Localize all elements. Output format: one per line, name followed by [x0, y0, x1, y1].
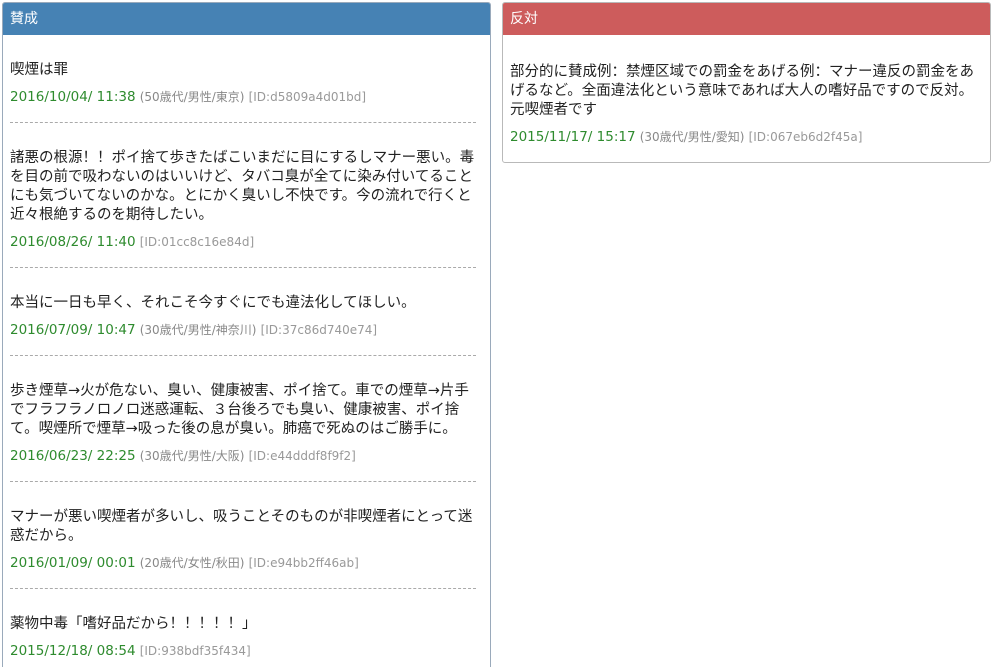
- post-date: 2016/08/26/ 11:40: [10, 234, 136, 250]
- post-meta: 2016/06/23/ 22:25 (30歳代/男性/大阪) [ID:e44dd…: [10, 448, 476, 465]
- con-panel-header: 反対: [503, 3, 990, 35]
- post-meta: 2015/11/17/ 15:17 (30歳代/男性/愛知) [ID:067eb…: [510, 129, 976, 146]
- post-id: [ID:37c86d740e74]: [260, 323, 378, 337]
- post-date: 2016/01/09/ 00:01: [10, 555, 136, 571]
- post-user-info: (30歳代/男性/愛知): [639, 130, 745, 144]
- post-item: 喫煙は罪 2016/10/04/ 11:38 (50歳代/男性/東京) [ID:…: [10, 35, 476, 123]
- pro-panel: 賛成 喫煙は罪 2016/10/04/ 11:38 (50歳代/男性/東京) […: [2, 2, 491, 667]
- post-text: 本当に一日も早く、それこそ今すぐにでも違法化してほしい。: [10, 295, 416, 311]
- post-id: [ID:938bdf35f434]: [139, 644, 251, 658]
- pro-panel-header: 賛成: [3, 3, 490, 35]
- con-panel: 反対 部分的に賛成例：禁煙区域での罰金をあげる例：マナー違反の罰金をあげるなど。…: [502, 2, 991, 163]
- post-date: 2015/12/18/ 08:54: [10, 643, 136, 659]
- post-item: マナーが悪い喫煙者が多いし、吸うことそのものが非喫煙者にとって迷惑だから。 20…: [10, 482, 476, 589]
- post-id: [ID:d5809a4d01bd]: [248, 90, 367, 104]
- post-date: 2015/11/17/ 15:17: [510, 129, 636, 145]
- post-text: 諸悪の根源！！ポイ捨て歩きたばこいまだに目にするしマナー悪い。毒を目の前で吸わな…: [10, 150, 475, 223]
- post-item: 歩き煙草→火が危ない、臭い、健康被害、ポイ捨て。車での煙草→片手でフラフラノロノ…: [10, 356, 476, 482]
- debate-page: 賛成 喫煙は罪 2016/10/04/ 11:38 (50歳代/男性/東京) […: [0, 0, 993, 667]
- post-user-info: (20歳代/女性/秋田): [139, 556, 245, 570]
- post-id: [ID:067eb6d2f45a]: [748, 130, 863, 144]
- post-meta: 2016/07/09/ 10:47 (30歳代/男性/神奈川) [ID:37c8…: [10, 322, 476, 339]
- post-item: 本当に一日も早く、それこそ今すぐにでも違法化してほしい。 2016/07/09/…: [10, 268, 476, 356]
- post-user-info: (50歳代/男性/東京): [139, 90, 245, 104]
- pro-post-list: 喫煙は罪 2016/10/04/ 11:38 (50歳代/男性/東京) [ID:…: [3, 35, 490, 667]
- post-text: 喫煙は罪: [10, 62, 68, 78]
- post-item: 諸悪の根源！！ポイ捨て歩きたばこいまだに目にするしマナー悪い。毒を目の前で吸わな…: [10, 123, 476, 268]
- post-text: 歩き煙草→火が危ない、臭い、健康被害、ポイ捨て。車での煙草→片手でフラフラノロノ…: [10, 383, 469, 437]
- post-date: 2016/10/04/ 11:38: [10, 89, 136, 105]
- post-item: 部分的に賛成例：禁煙区域での罰金をあげる例：マナー違反の罰金をあげるなど。全面違…: [510, 35, 976, 162]
- post-item: 薬物中毒「嗜好品だから！！！！！」 2015/12/18/ 08:54 [ID:…: [10, 589, 476, 667]
- post-user-info: (30歳代/男性/神奈川): [139, 323, 257, 337]
- post-meta: 2016/01/09/ 00:01 (20歳代/女性/秋田) [ID:e94bb…: [10, 555, 476, 572]
- post-meta: 2016/08/26/ 11:40 [ID:01cc8c16e84d]: [10, 234, 476, 251]
- post-id: [ID:01cc8c16e84d]: [139, 235, 255, 249]
- post-text: マナーが悪い喫煙者が多いし、吸うことそのものが非喫煙者にとって迷惑だから。: [10, 509, 473, 544]
- post-user-info: (30歳代/男性/大阪): [139, 449, 245, 463]
- post-meta: 2015/12/18/ 08:54 [ID:938bdf35f434]: [10, 643, 476, 660]
- post-date: 2016/07/09/ 10:47: [10, 322, 136, 338]
- post-text: 部分的に賛成例：禁煙区域での罰金をあげる例：マナー違反の罰金をあげるなど。全面違…: [510, 64, 974, 118]
- post-text: 薬物中毒「嗜好品だから！！！！！」: [10, 616, 257, 632]
- post-id: [ID:e44dddf8f9f2]: [248, 449, 356, 463]
- post-date: 2016/06/23/ 22:25: [10, 448, 136, 464]
- post-meta: 2016/10/04/ 11:38 (50歳代/男性/東京) [ID:d5809…: [10, 89, 476, 106]
- con-post-list: 部分的に賛成例：禁煙区域での罰金をあげる例：マナー違反の罰金をあげるなど。全面違…: [503, 35, 990, 162]
- post-id: [ID:e94bb2ff46ab]: [248, 556, 359, 570]
